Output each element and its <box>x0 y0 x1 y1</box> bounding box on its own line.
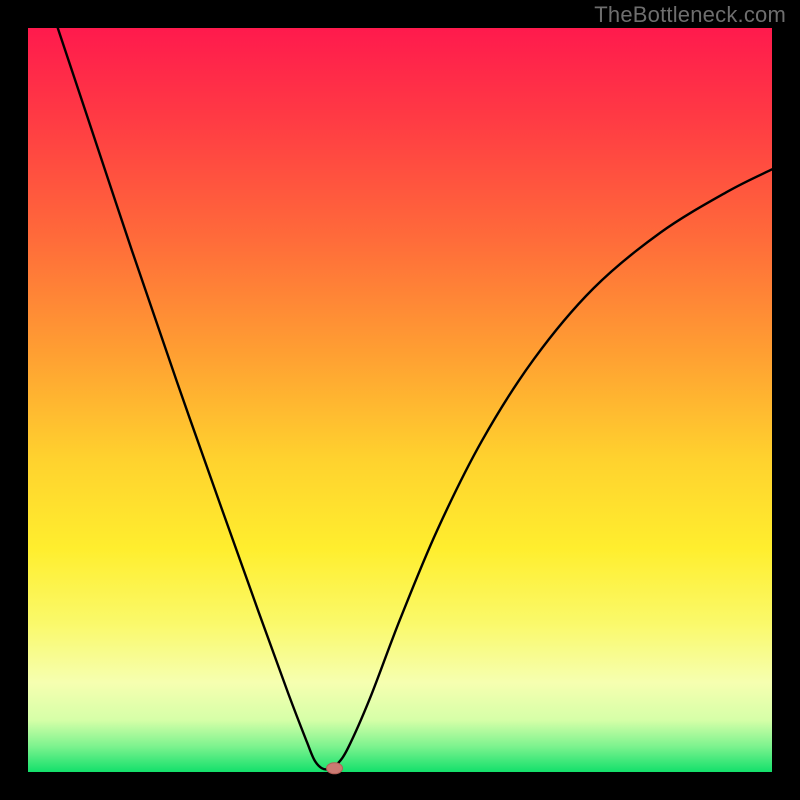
chart-stage: TheBottleneck.com <box>0 0 800 800</box>
optimal-point-marker <box>327 763 343 774</box>
plot-area <box>28 28 772 772</box>
bottleneck-chart <box>0 0 800 800</box>
watermark-text: TheBottleneck.com <box>594 2 786 28</box>
